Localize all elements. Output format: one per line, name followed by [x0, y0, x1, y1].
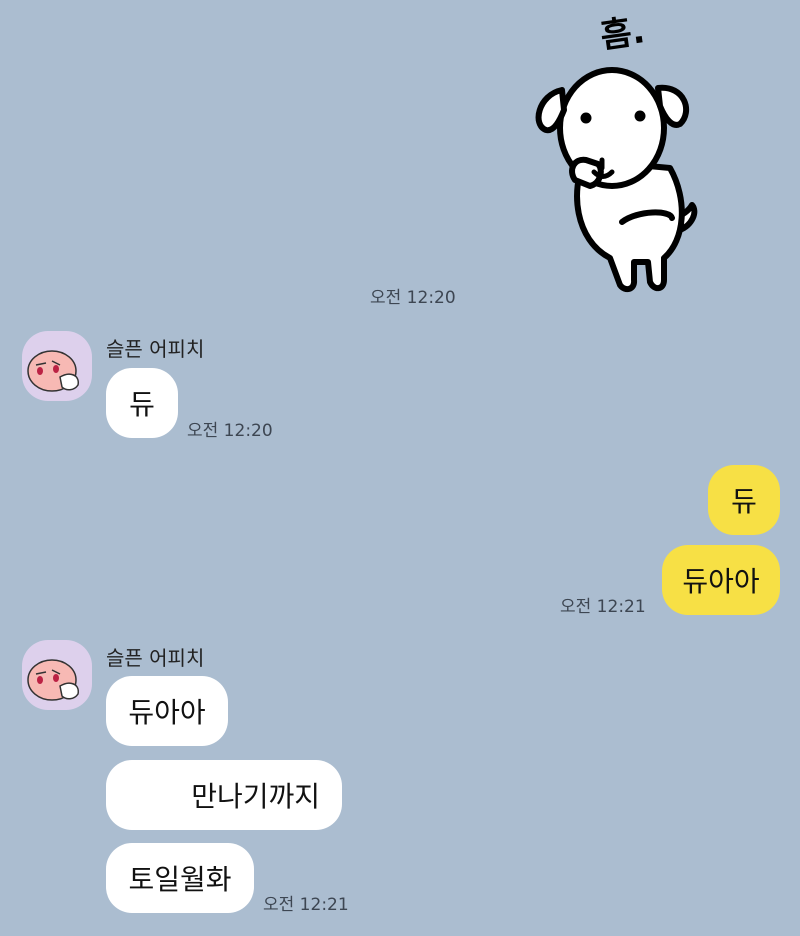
- message-time: 오전 12:20: [187, 421, 273, 441]
- message-time: 오전 12:21: [560, 597, 646, 617]
- time-divider: 오전 12:20: [370, 288, 456, 308]
- incoming-message[interactable]: 듀: [106, 368, 178, 438]
- incoming-message[interactable]: 듀아아: [106, 676, 228, 746]
- incoming-message[interactable]: 토일월화: [106, 843, 254, 913]
- sender-name: 슬픈 어피치: [106, 337, 205, 361]
- sender-name: 슬픈 어피치: [106, 646, 205, 670]
- outgoing-message[interactable]: 듀: [708, 465, 780, 535]
- apeach-avatar-icon: [27, 350, 79, 392]
- message-time: 오전 12:21: [263, 895, 349, 915]
- outgoing-message[interactable]: 듀아아: [662, 545, 780, 615]
- dog-sticker[interactable]: 흠.: [530, 0, 710, 300]
- avatar[interactable]: [22, 331, 92, 401]
- avatar[interactable]: [22, 640, 92, 710]
- sticker-caption: 흠.: [597, 11, 648, 57]
- apeach-avatar-icon: [27, 659, 79, 701]
- incoming-message[interactable]: 만나기까지: [106, 760, 342, 830]
